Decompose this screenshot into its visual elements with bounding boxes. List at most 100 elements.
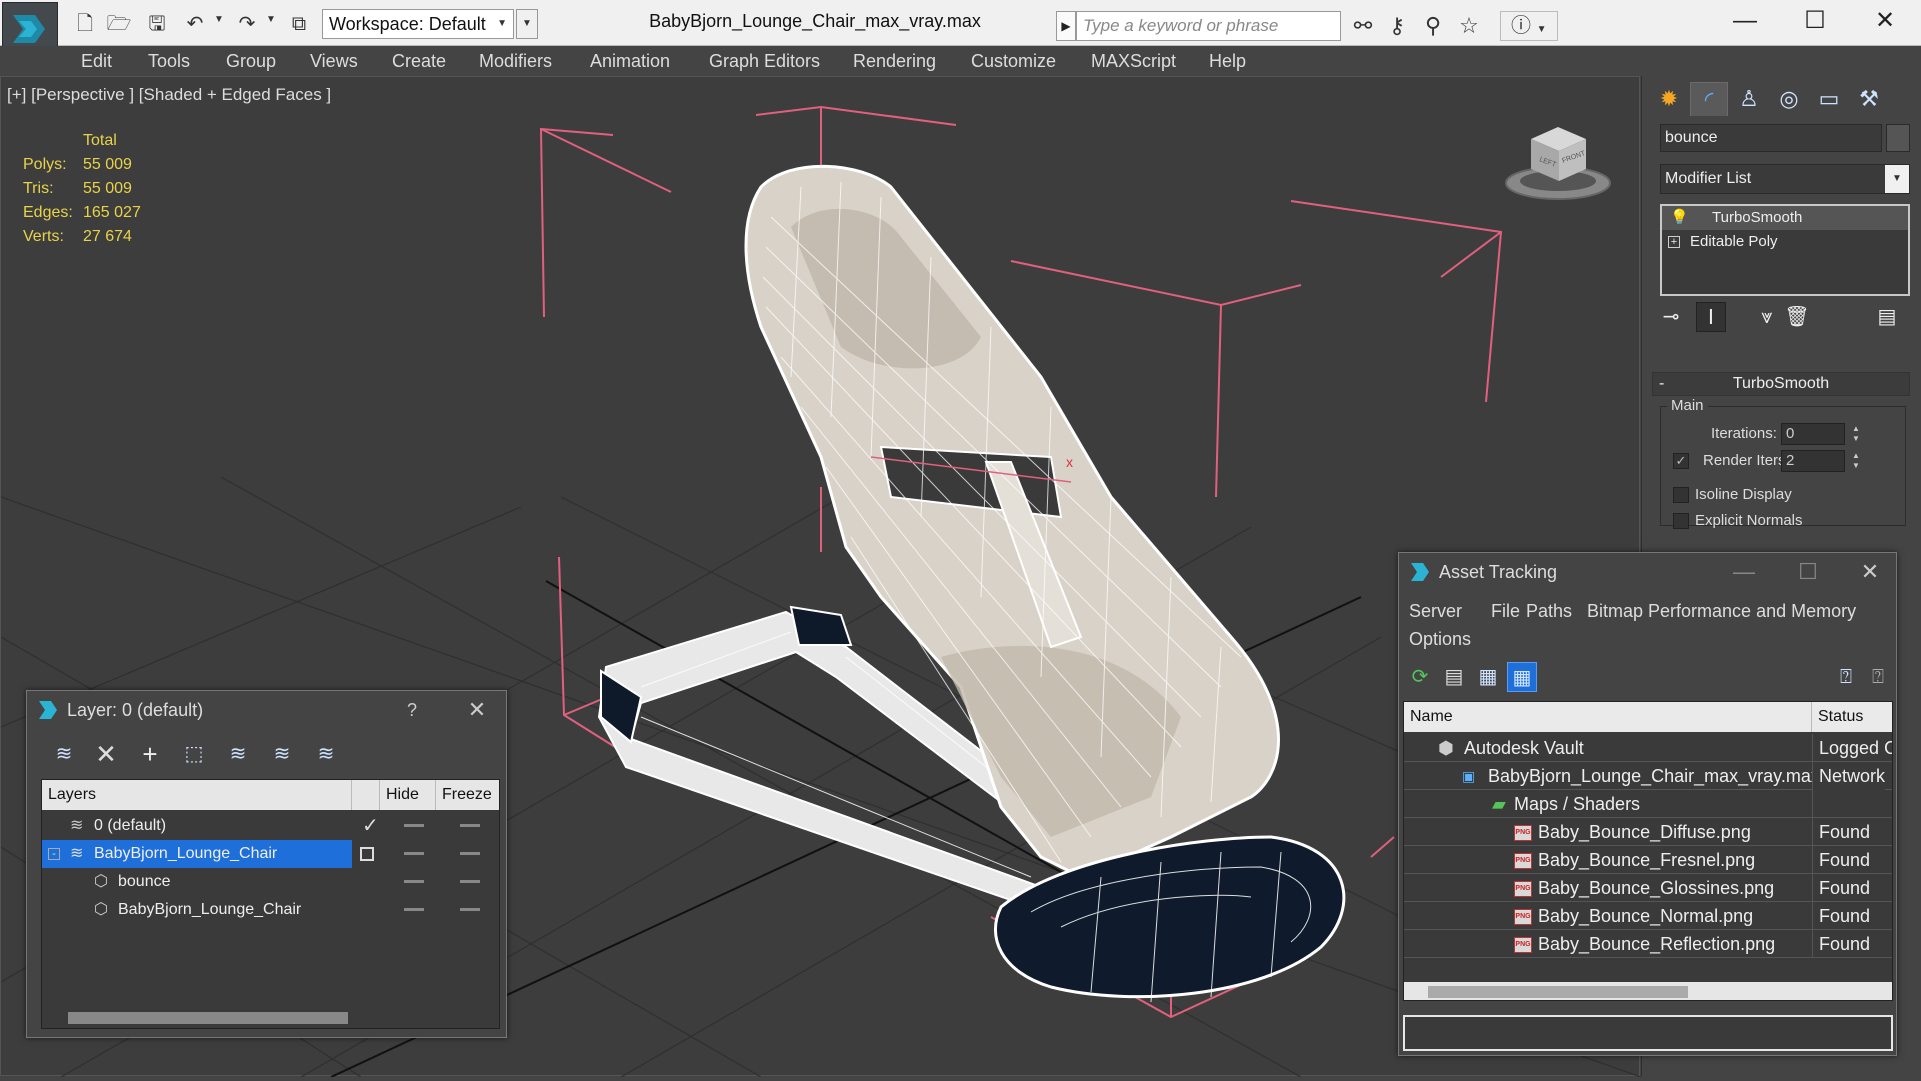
hide-toggle[interactable] [404,824,424,827]
expand-icon[interactable]: + [1668,236,1680,248]
thumbnail-view-icon[interactable]: ▦ [1473,662,1503,692]
render-iters-spinner-arrows[interactable]: ▲ ▼ [1849,451,1863,473]
hide-toggle[interactable] [404,880,424,883]
select-objects-icon[interactable]: ⬚ [179,739,209,769]
stack-item-turbosmooth[interactable]: 💡 TurboSmooth [1662,206,1908,230]
menu-rendering[interactable]: Rendering [853,46,936,76]
asset-row-normal[interactable]: PNG Baby_Bounce_Normal.png Found [1404,902,1892,930]
freeze-toggle[interactable] [460,880,480,883]
highlight-layer-icon[interactable]: ≋ [223,739,253,769]
layer-row-bounce[interactable]: ⬡ bounce [42,868,480,896]
layer-row-chair-object[interactable]: ⬡ BabyBjorn_Lounge_Chair [42,896,480,924]
help-off-icon[interactable]: ⍰ [1863,662,1893,692]
menu-modifiers[interactable]: Modifiers [479,46,552,76]
redo-dropdown-icon[interactable]: ▼ [266,14,276,25]
layer-row-default[interactable]: ≋ 0 (default) ✓ [42,812,480,840]
workspace-menu-button[interactable]: ▼ [516,9,538,39]
favorites-star-icon[interactable]: ☆ [1452,11,1486,41]
create-tab-icon[interactable]: ✹ [1650,82,1688,116]
freeze-layers-icon[interactable]: ≋ [267,739,297,769]
configure-sets-icon[interactable]: ▤ [1872,302,1902,332]
help-bubble-icon[interactable]: ⍰ [1831,662,1861,692]
explicit-normals-checkbox[interactable] [1673,513,1689,529]
column-name[interactable]: Name [1404,702,1812,732]
menu-graph-editors[interactable]: Graph Editors [709,46,820,76]
refresh-icon[interactable]: ⟳ [1405,662,1435,692]
delete-layer-icon[interactable]: ✕ [91,739,121,769]
iterations-spinner[interactable]: 0 [1781,423,1845,445]
menu-help[interactable]: Help [1209,46,1246,76]
menu-paths[interactable]: Paths [1526,601,1572,622]
display-tab-icon[interactable]: ▭ [1810,82,1848,116]
remove-modifier-icon[interactable]: 🗑 [1782,302,1812,332]
new-file-icon[interactable]: 🗋 [70,10,100,38]
asset-row-fresnel[interactable]: PNG Baby_Bounce_Fresnel.png Found [1404,846,1892,874]
create-layer-icon[interactable]: ≋ [49,739,79,769]
lightbulb-icon[interactable]: 💡 [1670,206,1689,230]
binoculars-icon[interactable]: ⚯ [1346,11,1380,41]
hierarchy-tab-icon[interactable]: ♙ [1730,82,1768,116]
add-to-layer-icon[interactable]: + [135,739,165,769]
project-folder-icon[interactable]: ⧉ [284,10,314,38]
list-view-icon[interactable]: ▤ [1439,662,1469,692]
iterations-spinner-arrows[interactable]: ▲ ▼ [1849,424,1863,446]
object-color-swatch[interactable] [1886,124,1910,152]
save-file-icon[interactable]: 🖫 [142,10,172,38]
close-icon[interactable]: ✕ [1845,553,1895,591]
object-name-field[interactable]: bounce [1660,124,1882,152]
menu-customize[interactable]: Customize [971,46,1056,76]
viewport-label[interactable]: [+] [Perspective ] [Shaded + Edged Faces… [7,85,331,105]
render-iters-checkbox[interactable]: ✓ [1673,453,1689,469]
isoline-display-checkbox[interactable] [1673,487,1689,503]
menu-file[interactable]: File [1491,601,1520,622]
maximize-icon[interactable]: ☐ [1783,553,1833,591]
layer-dialog-title[interactable]: Layer: 0 (default) [67,691,203,729]
column-status[interactable]: Status [1812,702,1892,732]
search-input[interactable]: Type a keyword or phrase [1076,11,1341,41]
undo-dropdown-icon[interactable]: ▼ [214,14,224,25]
help-button[interactable]: ⓘ ▼ [1500,11,1558,41]
collapse-icon[interactable]: - [48,848,60,860]
undo-icon[interactable]: ↶ [180,10,210,38]
key-icon[interactable]: ⚷ [1380,11,1414,41]
freeze-toggle[interactable] [460,824,480,827]
freeze-toggle[interactable] [460,852,480,855]
asset-row-vault[interactable]: ⬢ Autodesk Vault Logged O [1404,734,1892,762]
asset-path-field[interactable] [1403,1015,1893,1051]
asset-tracking-title[interactable]: Asset Tracking [1439,553,1557,591]
column-layers[interactable]: Layers [42,780,352,810]
menu-tools[interactable]: Tools [148,46,190,76]
communication-icon[interactable]: ⚲ [1416,11,1450,41]
close-icon[interactable]: ✕ [457,691,497,729]
open-file-icon[interactable]: 🗁 [104,10,134,38]
help-icon[interactable]: ? [397,691,427,729]
table-view-icon[interactable]: ▦ [1507,662,1537,692]
menu-animation[interactable]: Animation [590,46,670,76]
menu-create[interactable]: Create [392,46,446,76]
search-expand-icon[interactable]: ▶ [1056,11,1076,41]
maximize-icon[interactable]: ☐ [1780,0,1850,42]
asset-row-diffuse[interactable]: PNG Baby_Bounce_Diffuse.png Found [1404,818,1892,846]
asset-row-glossines[interactable]: PNG Baby_Bounce_Glossines.png Found [1404,874,1892,902]
minimize-icon[interactable]: — [1719,553,1769,591]
menu-options[interactable]: Options [1409,629,1471,650]
make-unique-icon[interactable]: ⩔ [1752,302,1782,332]
turbosmooth-rollout-header[interactable]: - TurboSmooth [1652,372,1910,396]
viewcube-icon[interactable]: LEFT FRONT [1501,119,1616,209]
horizontal-scrollbar[interactable] [68,1012,348,1024]
redo-icon[interactable]: ↷ [232,10,262,38]
modify-tab-icon[interactable]: ◜ [1690,82,1728,116]
menu-bitmap-performance[interactable]: Bitmap Performance and Memory [1587,601,1856,622]
horizontal-scrollbar[interactable] [1428,986,1688,998]
asset-row-maps-shaders[interactable]: ▰ Maps / Shaders [1404,790,1892,818]
asset-row-max-file[interactable]: ▣ BabyBjorn_Lounge_Chair_max_vray.max Ne… [1404,762,1892,790]
minimize-icon[interactable]: — [1710,0,1780,42]
active-layer-check-icon[interactable]: ✓ [362,812,379,840]
menu-maxscript[interactable]: MAXScript [1091,46,1176,76]
hide-toggle[interactable] [404,852,424,855]
column-freeze[interactable]: Freeze [436,780,499,810]
utilities-tab-icon[interactable]: ⚒ [1850,82,1888,116]
set-active-layer-icon[interactable] [360,847,374,861]
close-icon[interactable]: ✕ [1850,0,1920,42]
show-end-result-icon[interactable]: Ⅰ [1696,302,1726,332]
